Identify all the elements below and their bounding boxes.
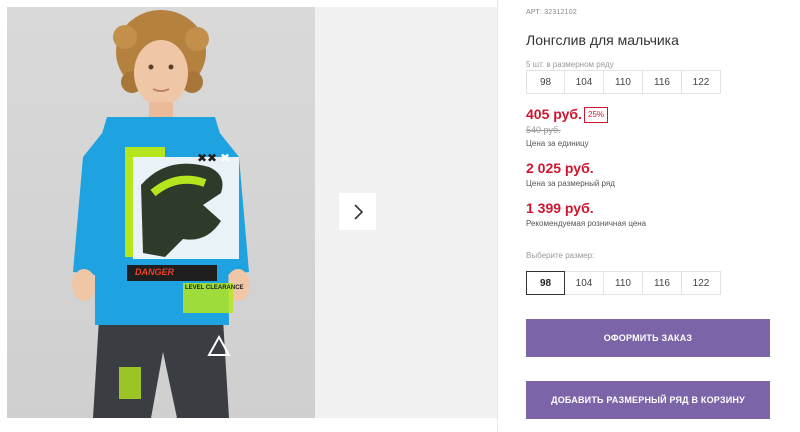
size-set-item: 110 [603, 70, 643, 94]
recommended-retail-price-note: Рекомендуемая розничная цена [526, 219, 647, 228]
recommended-retail-price: 1 399 руб. [526, 200, 594, 216]
gallery-next-button[interactable] [339, 193, 376, 230]
product-title: Лонгслив для мальчика [526, 32, 679, 48]
product-sku: АРТ: 32312102 [526, 9, 577, 16]
size-set-label: 5 шт. в размерном ряду [526, 60, 614, 69]
old-price: 540 руб. [526, 125, 561, 135]
size-set-item: 122 [681, 70, 721, 94]
size-set-item: 104 [564, 70, 604, 94]
size-option-104[interactable]: 104 [564, 271, 604, 295]
chevron-right-icon [353, 203, 363, 220]
set-price-note: Цена за размерный ряд [526, 179, 615, 188]
shirt-small-text: LEVEL CLEARANCE [185, 285, 244, 291]
product-photo[interactable]: ✖✖ ✖ DANGER LEVEL CLEARANCE [7, 7, 315, 418]
gallery-divider [497, 0, 498, 432]
size-option-98[interactable]: 98 [526, 271, 565, 295]
boy-in-longsleeve-illustration: ✖✖ ✖ [72, 10, 250, 418]
add-set-to-cart-button[interactable]: Добавить размерный ряд в корзину [526, 381, 770, 419]
order-button[interactable]: Оформить заказ [526, 319, 770, 357]
size-option-110[interactable]: 110 [603, 271, 643, 295]
unit-price-note: Цена за единицу [526, 139, 589, 148]
size-set-list: 98 104 110 116 122 [526, 70, 721, 94]
product-gallery: ✖✖ ✖ DANGER LEVEL CLEARANCE [0, 0, 498, 432]
size-option-116[interactable]: 116 [642, 271, 682, 295]
product-page: ✖✖ ✖ DANGER LEVEL CLEARANCE АРТ: 3231210… [0, 0, 800, 432]
choose-size-label: Выберите размер: [526, 251, 595, 260]
size-option-122[interactable]: 122 [681, 271, 721, 295]
shirt-print-text: DANGER [135, 267, 175, 277]
size-set-item: 98 [526, 70, 565, 94]
set-price: 2 025 руб. [526, 160, 594, 176]
unit-price: 405 руб. [526, 106, 582, 122]
discount-badge: 25% [584, 107, 609, 123]
size-selector: 98 104 110 116 122 [526, 271, 721, 295]
svg-text:✖: ✖ [220, 151, 230, 165]
svg-text:✖✖: ✖✖ [197, 151, 217, 165]
size-set-item: 116 [642, 70, 682, 94]
